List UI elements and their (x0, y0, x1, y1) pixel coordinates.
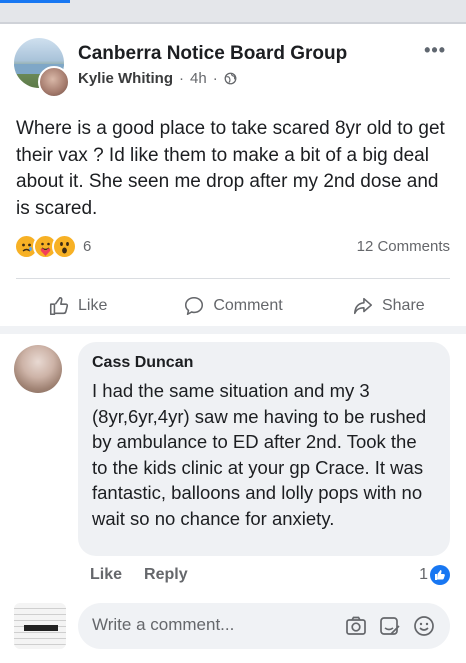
meta-separator: · (179, 70, 184, 87)
reaction-count: 6 (83, 238, 92, 255)
comment-input-placeholder[interactable]: Write a comment... (92, 615, 234, 635)
comment-like-button[interactable]: Like (90, 566, 122, 584)
commenter-avatar[interactable] (14, 345, 62, 393)
current-user-avatar (14, 603, 66, 649)
comment-label: Comment (213, 297, 283, 314)
wow-reaction-icon (52, 234, 77, 259)
post-time[interactable]: 4h (190, 70, 207, 87)
globe-icon (224, 72, 237, 85)
comment-like-summary[interactable]: 1 (419, 565, 450, 585)
author-avatar[interactable] (38, 66, 70, 98)
group-name[interactable]: Canberra Notice Board Group (78, 43, 347, 65)
post-text: Where is a good place to take scared 8yr… (16, 118, 445, 219)
share-button[interactable]: Share (311, 286, 466, 326)
reactions-summary[interactable]: 6 (14, 234, 91, 259)
like-badge-icon (430, 565, 450, 585)
share-label: Share (381, 297, 425, 314)
post-author[interactable]: Kylie Whiting (78, 70, 173, 87)
comment-button[interactable]: Comment (155, 286, 310, 326)
comment-like-count: 1 (419, 566, 428, 583)
like-label: Like (77, 297, 108, 314)
post-actions: Like Comment Share (0, 286, 466, 326)
comment-author[interactable]: Cass Duncan (92, 354, 193, 372)
comment-icon (185, 296, 204, 316)
top-strip (0, 0, 466, 24)
more-icon[interactable]: ••• (424, 40, 446, 61)
meta-separator-2: · (212, 70, 218, 87)
emoji-icon[interactable] (412, 614, 436, 638)
top-tab-indicator (0, 0, 70, 3)
like-button[interactable]: Like (0, 286, 155, 326)
composer-icons (344, 614, 436, 638)
like-icon (49, 296, 69, 316)
comment-text: I had the same situation and my 3 (8yr,6… (92, 380, 427, 529)
comment-composer[interactable]: Write a comment... (78, 603, 450, 649)
camera-icon[interactable] (344, 614, 368, 638)
comments-count[interactable]: 12 Comments (357, 238, 450, 255)
gif-icon[interactable] (378, 614, 402, 638)
comment-bubble: Cass Duncan I had the same situation and… (78, 342, 450, 556)
share-icon (353, 297, 372, 315)
section-divider (0, 326, 466, 334)
reactions-divider (16, 278, 450, 279)
post-card: Canberra Notice Board Group Kylie Whitin… (0, 24, 466, 340)
post-meta: Kylie Whiting · 4h · (78, 70, 237, 87)
comment-actions: Like Reply (90, 566, 188, 584)
comment-reply-button[interactable]: Reply (144, 566, 188, 584)
